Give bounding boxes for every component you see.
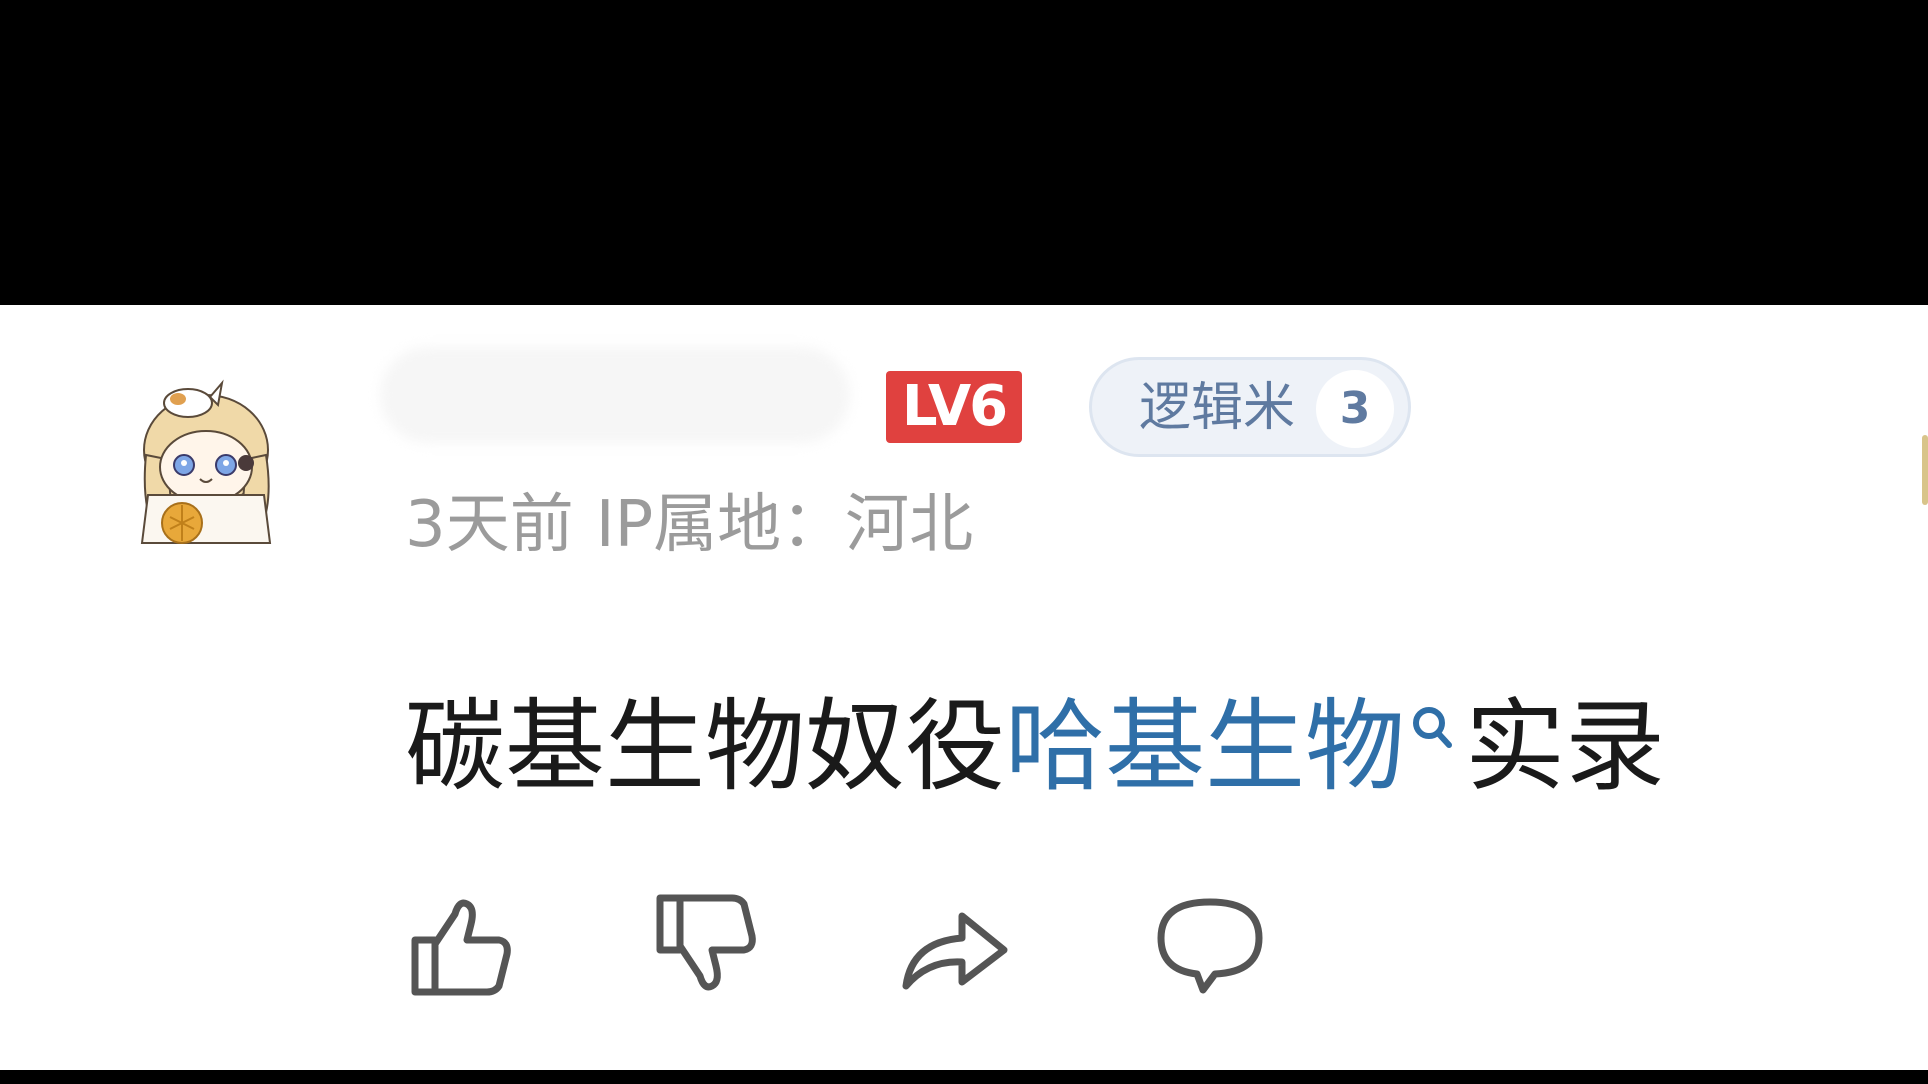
- reply-button[interactable]: [1150, 885, 1270, 1005]
- avatar-illustration: [140, 379, 272, 544]
- comment-text-before-link: 碳基生物奴役: [405, 688, 1005, 805]
- thumbs-down-icon: [656, 894, 756, 991]
- comment-card: LV6 逻辑米 3 3天前 IP属地：河北 碳基生物奴役哈基生物 实录: [0, 305, 1928, 1070]
- fan-medal-badge[interactable]: 逻辑米 3: [1089, 357, 1411, 457]
- comment-time: 3天前: [405, 488, 574, 562]
- ip-location: IP属地：河北: [595, 488, 974, 562]
- search-keyword-link[interactable]: 哈基生物: [1005, 688, 1405, 805]
- share-arrow-icon: [902, 912, 1007, 990]
- fan-medal-level: 3: [1316, 370, 1394, 448]
- comment-text-after-link: 实录: [1465, 688, 1665, 805]
- top-black-area: [0, 0, 1928, 305]
- fan-medal-label: 逻辑米: [1139, 378, 1296, 438]
- share-button[interactable]: [895, 885, 1015, 1005]
- level-badge: LV6: [886, 371, 1022, 443]
- comment-meta: 3天前 IP属地：河北: [405, 485, 973, 565]
- like-button[interactable]: [400, 885, 520, 1005]
- thumbs-up-icon: [411, 899, 511, 996]
- adjacent-content-edge: [1922, 435, 1928, 505]
- speech-bubble-icon: [1157, 898, 1262, 994]
- search-icon[interactable]: [1405, 697, 1459, 757]
- comment-text: 碳基生物奴役哈基生物 实录: [405, 687, 1665, 807]
- dislike-button[interactable]: [645, 885, 765, 1005]
- bottom-black-area: [0, 1070, 1928, 1084]
- username[interactable]: [380, 347, 850, 443]
- avatar[interactable]: [126, 375, 286, 545]
- screen: LV6 逻辑米 3 3天前 IP属地：河北 碳基生物奴役哈基生物 实录: [0, 0, 1928, 1084]
